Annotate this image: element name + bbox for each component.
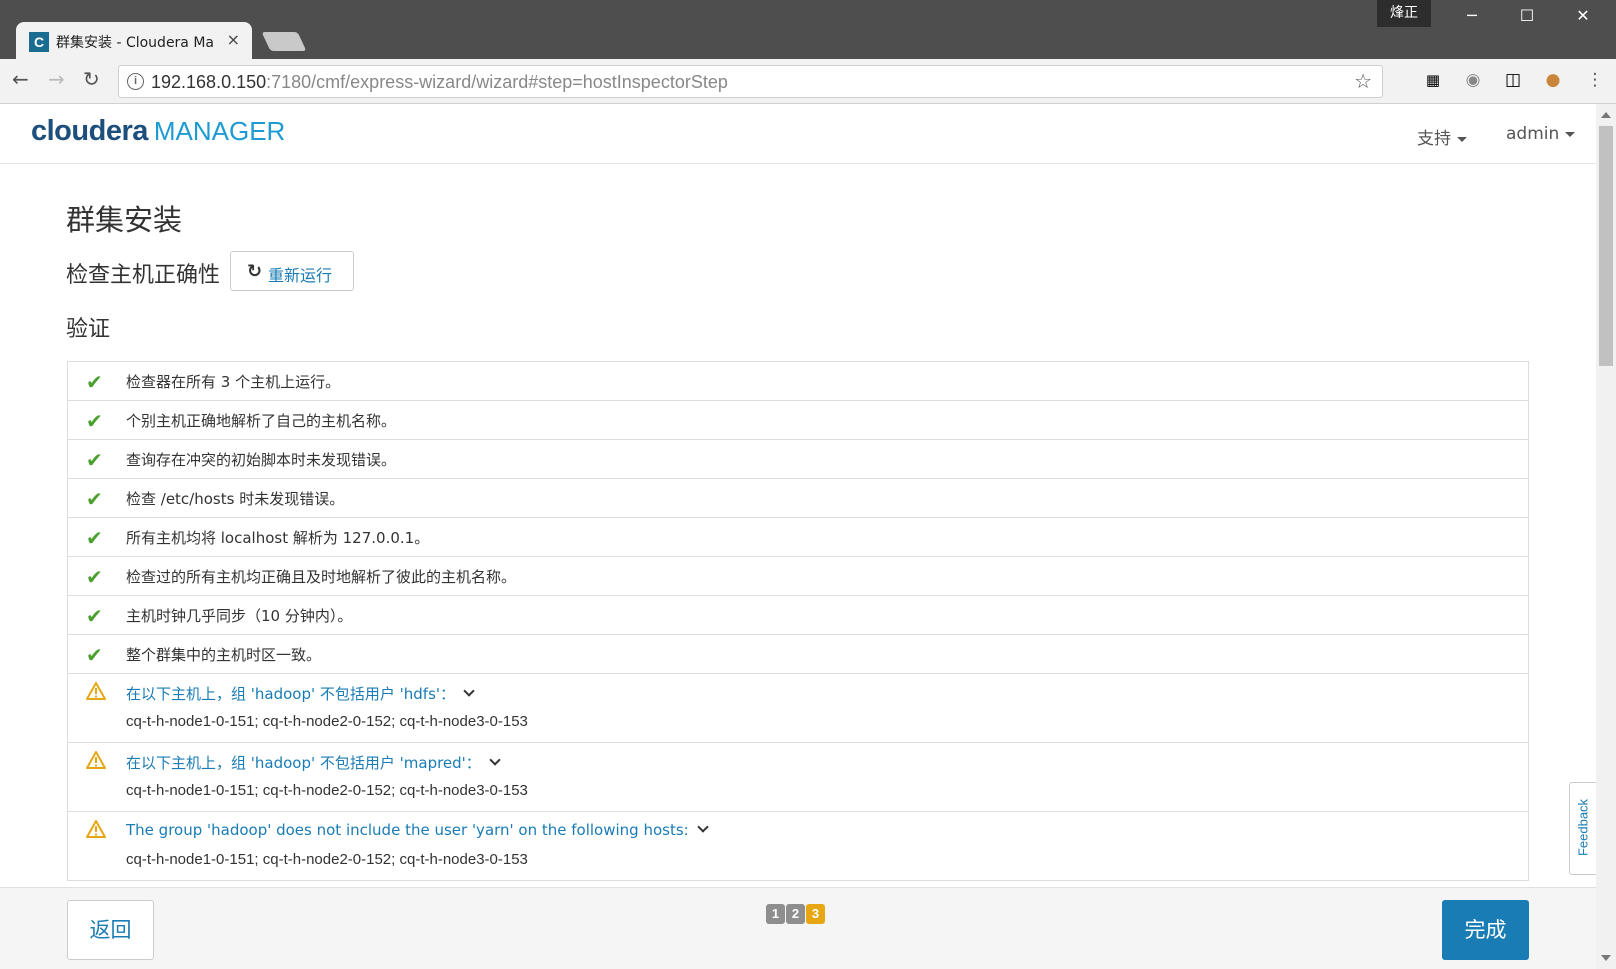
- qr-code-icon[interactable]: ▦: [1422, 69, 1444, 91]
- chevron-down-icon: [489, 754, 501, 766]
- check-row-ok: ✔ 检查器在所有 3 个主机上运行。: [68, 362, 1528, 401]
- check-text: 检查过的所有主机均正确且及时地解析了彼此的主机名称。: [126, 568, 517, 586]
- chevron-down-icon: [697, 821, 709, 833]
- wizard-step-2: 2: [786, 904, 805, 924]
- check-row-ok: ✔ 检查过的所有主机均正确且及时地解析了彼此的主机名称。: [68, 557, 1528, 596]
- check-text: 整个群集中的主机时区一致。: [126, 646, 322, 664]
- browser-toolbar: ← → ↻ i 192.168.0.150:7180/cmf/express-w…: [0, 59, 1616, 104]
- check-row-ok: ✔ 所有主机均将 localhost 解析为 127.0.0.1。: [68, 518, 1528, 557]
- feedback-label: Feedback: [1575, 798, 1591, 857]
- check-text: 查询存在冲突的初始脚本时未发现错误。: [126, 451, 397, 469]
- tab-close-icon[interactable]: ×: [227, 30, 240, 49]
- checkmark-icon: ✔: [86, 526, 103, 550]
- checkmark-icon: ✔: [86, 604, 103, 628]
- checkmark-icon: ✔: [86, 409, 103, 433]
- globe-icon[interactable]: ◉: [1462, 69, 1484, 91]
- check-text: 所有主机均将 localhost 解析为 127.0.0.1。: [126, 529, 430, 547]
- warning-toggle[interactable]: 在以下主机上，组 'hadoop' 不包括用户 'mapred'：: [126, 752, 501, 773]
- section-title: 检查主机正确性: [66, 263, 221, 288]
- check-row-warning[interactable]: 在以下主机上，组 'hadoop' 不包括用户 'hdfs'： cq-t-h-no…: [68, 674, 1528, 743]
- warning-toggle[interactable]: The group 'hadoop' does not include the …: [126, 821, 709, 839]
- warning-hosts: cq-t-h-node1-0-151; cq-t-h-node2-0-152; …: [126, 851, 528, 868]
- incognito-icon[interactable]: ◫: [1502, 69, 1524, 91]
- scroll-down-arrow-icon[interactable]: [1601, 955, 1611, 961]
- warning-hosts: cq-t-h-node1-0-151; cq-t-h-node2-0-152; …: [126, 713, 528, 730]
- warning-text: The group 'hadoop' does not include the …: [126, 821, 689, 839]
- support-menu-label: 支持: [1417, 129, 1451, 149]
- logo-product: MANAGER: [153, 116, 286, 146]
- cloudera-favicon-icon: C: [29, 32, 49, 52]
- caret-down-icon: [1565, 131, 1576, 137]
- check-row-ok: ✔ 主机时钟几乎同步（10 分钟内）。: [68, 596, 1528, 635]
- wizard-footer: 返回 123 完成: [0, 887, 1596, 969]
- check-text: 检查 /etc/hosts 时未发现错误。: [126, 490, 345, 508]
- refresh-icon: ↻: [247, 261, 263, 282]
- checkmark-icon: ✔: [86, 643, 103, 667]
- logo-brand: cloudera: [31, 115, 148, 147]
- warning-hosts: cq-t-h-node1-0-151; cq-t-h-node2-0-152; …: [126, 782, 528, 799]
- checkmark-icon: ✔: [86, 487, 103, 511]
- address-bar[interactable]: i 192.168.0.150:7180/cmf/express-wizard/…: [118, 65, 1383, 98]
- checkmark-icon: ✔: [86, 448, 103, 472]
- browser-menu-icon[interactable]: ⋮: [1584, 69, 1606, 91]
- wizard-step-3: 3: [806, 904, 825, 924]
- bookmark-star-icon[interactable]: ☆: [1354, 69, 1372, 93]
- close-window-button[interactable]: ✕: [1560, 6, 1606, 28]
- scroll-thumb[interactable]: [1599, 126, 1613, 366]
- warning-text: 在以下主机上，组 'hadoop' 不包括用户 'mapred'：: [126, 754, 481, 772]
- warning-text: 在以下主机上，组 'hadoop' 不包括用户 'hdfs'：: [126, 685, 456, 703]
- url-host: 192.168.0.150: [151, 72, 267, 92]
- user-menu-label: admin: [1506, 124, 1560, 144]
- maximize-button[interactable]: ☐: [1504, 6, 1550, 28]
- page-title: 群集安装: [66, 203, 183, 237]
- check-row-ok: ✔ 整个群集中的主机时区一致。: [68, 635, 1528, 674]
- browser-tab[interactable]: C 群集安装 - Cloudera Ma ×: [16, 22, 252, 59]
- site-info-icon[interactable]: i: [127, 73, 144, 90]
- checkmark-icon: ✔: [86, 370, 103, 394]
- chevron-down-icon: [463, 685, 475, 697]
- feedback-tab[interactable]: Feedback: [1569, 782, 1596, 875]
- scroll-up-arrow-icon[interactable]: [1601, 112, 1611, 118]
- finish-button[interactable]: 完成: [1442, 900, 1529, 960]
- rerun-label: 重新运行: [268, 266, 333, 285]
- caret-down-icon: [1457, 136, 1467, 142]
- warning-icon: [86, 820, 106, 842]
- page-scrollbar[interactable]: [1596, 104, 1616, 969]
- warning-icon: [86, 751, 106, 773]
- wizard-step-indicator: 123: [766, 903, 826, 924]
- check-row-ok: ✔ 查询存在冲突的初始脚本时未发现错误。: [68, 440, 1528, 479]
- check-text: 检查器在所有 3 个主机上运行。: [126, 373, 341, 391]
- tab-title: 群集安装 - Cloudera Ma: [56, 35, 214, 51]
- check-row-warning[interactable]: 在以下主机上，组 'hadoop' 不包括用户 'mapred'： cq-t-h-…: [68, 743, 1528, 812]
- user-menu[interactable]: admin: [1506, 124, 1576, 144]
- reload-icon[interactable]: ↻: [83, 67, 100, 91]
- check-row-ok: ✔ 个别主机正确地解析了自己的主机名称。: [68, 401, 1528, 440]
- checkmark-icon: ✔: [86, 565, 103, 589]
- back-arrow-icon[interactable]: ←: [12, 67, 29, 91]
- back-button[interactable]: 返回: [67, 900, 154, 960]
- check-row-ok: ✔ 检查 /etc/hosts 时未发现错误。: [68, 479, 1528, 518]
- url-text: 192.168.0.150:7180/cmf/express-wizard/wi…: [151, 72, 728, 93]
- main-content: 群集安装 检查主机正确性 ↻ 重新运行 验证 ✔ 检查器在所有 3 个主机上运行。…: [0, 165, 1596, 887]
- check-row-warning[interactable]: The group 'hadoop' does not include the …: [68, 812, 1528, 881]
- warning-icon: [86, 682, 106, 704]
- check-text: 主机时钟几乎同步（10 分钟内）。: [126, 607, 353, 625]
- url-path: :7180/cmf/express-wizard/wizard#step=hos…: [266, 72, 728, 92]
- forward-arrow-icon[interactable]: →: [48, 67, 65, 91]
- support-menu[interactable]: 支持: [1417, 124, 1467, 149]
- rerun-button[interactable]: ↻ 重新运行: [230, 251, 354, 291]
- wizard-step-1: 1: [766, 904, 785, 924]
- check-text: 个别主机正确地解析了自己的主机名称。: [126, 412, 397, 430]
- browser-titlebar: C 群集安装 - Cloudera Ma × 烽正 ─ ☐ ✕: [0, 0, 1616, 59]
- cookie-icon[interactable]: ●: [1542, 69, 1564, 91]
- new-tab-button[interactable]: [261, 32, 307, 51]
- warning-toggle[interactable]: 在以下主机上，组 'hadoop' 不包括用户 'hdfs'：: [126, 683, 475, 704]
- app-header: cloudera MANAGER 支持 admin: [0, 104, 1596, 164]
- minimize-button[interactable]: ─: [1449, 6, 1495, 28]
- validation-list: ✔ 检查器在所有 3 个主机上运行。 ✔ 个别主机正确地解析了自己的主机名称。 ✔ 查询存…: [67, 361, 1529, 881]
- validation-title: 验证: [66, 317, 111, 342]
- cloudera-manager-logo[interactable]: cloudera MANAGER: [31, 115, 285, 148]
- browser-profile-badge[interactable]: 烽正: [1377, 0, 1431, 27]
